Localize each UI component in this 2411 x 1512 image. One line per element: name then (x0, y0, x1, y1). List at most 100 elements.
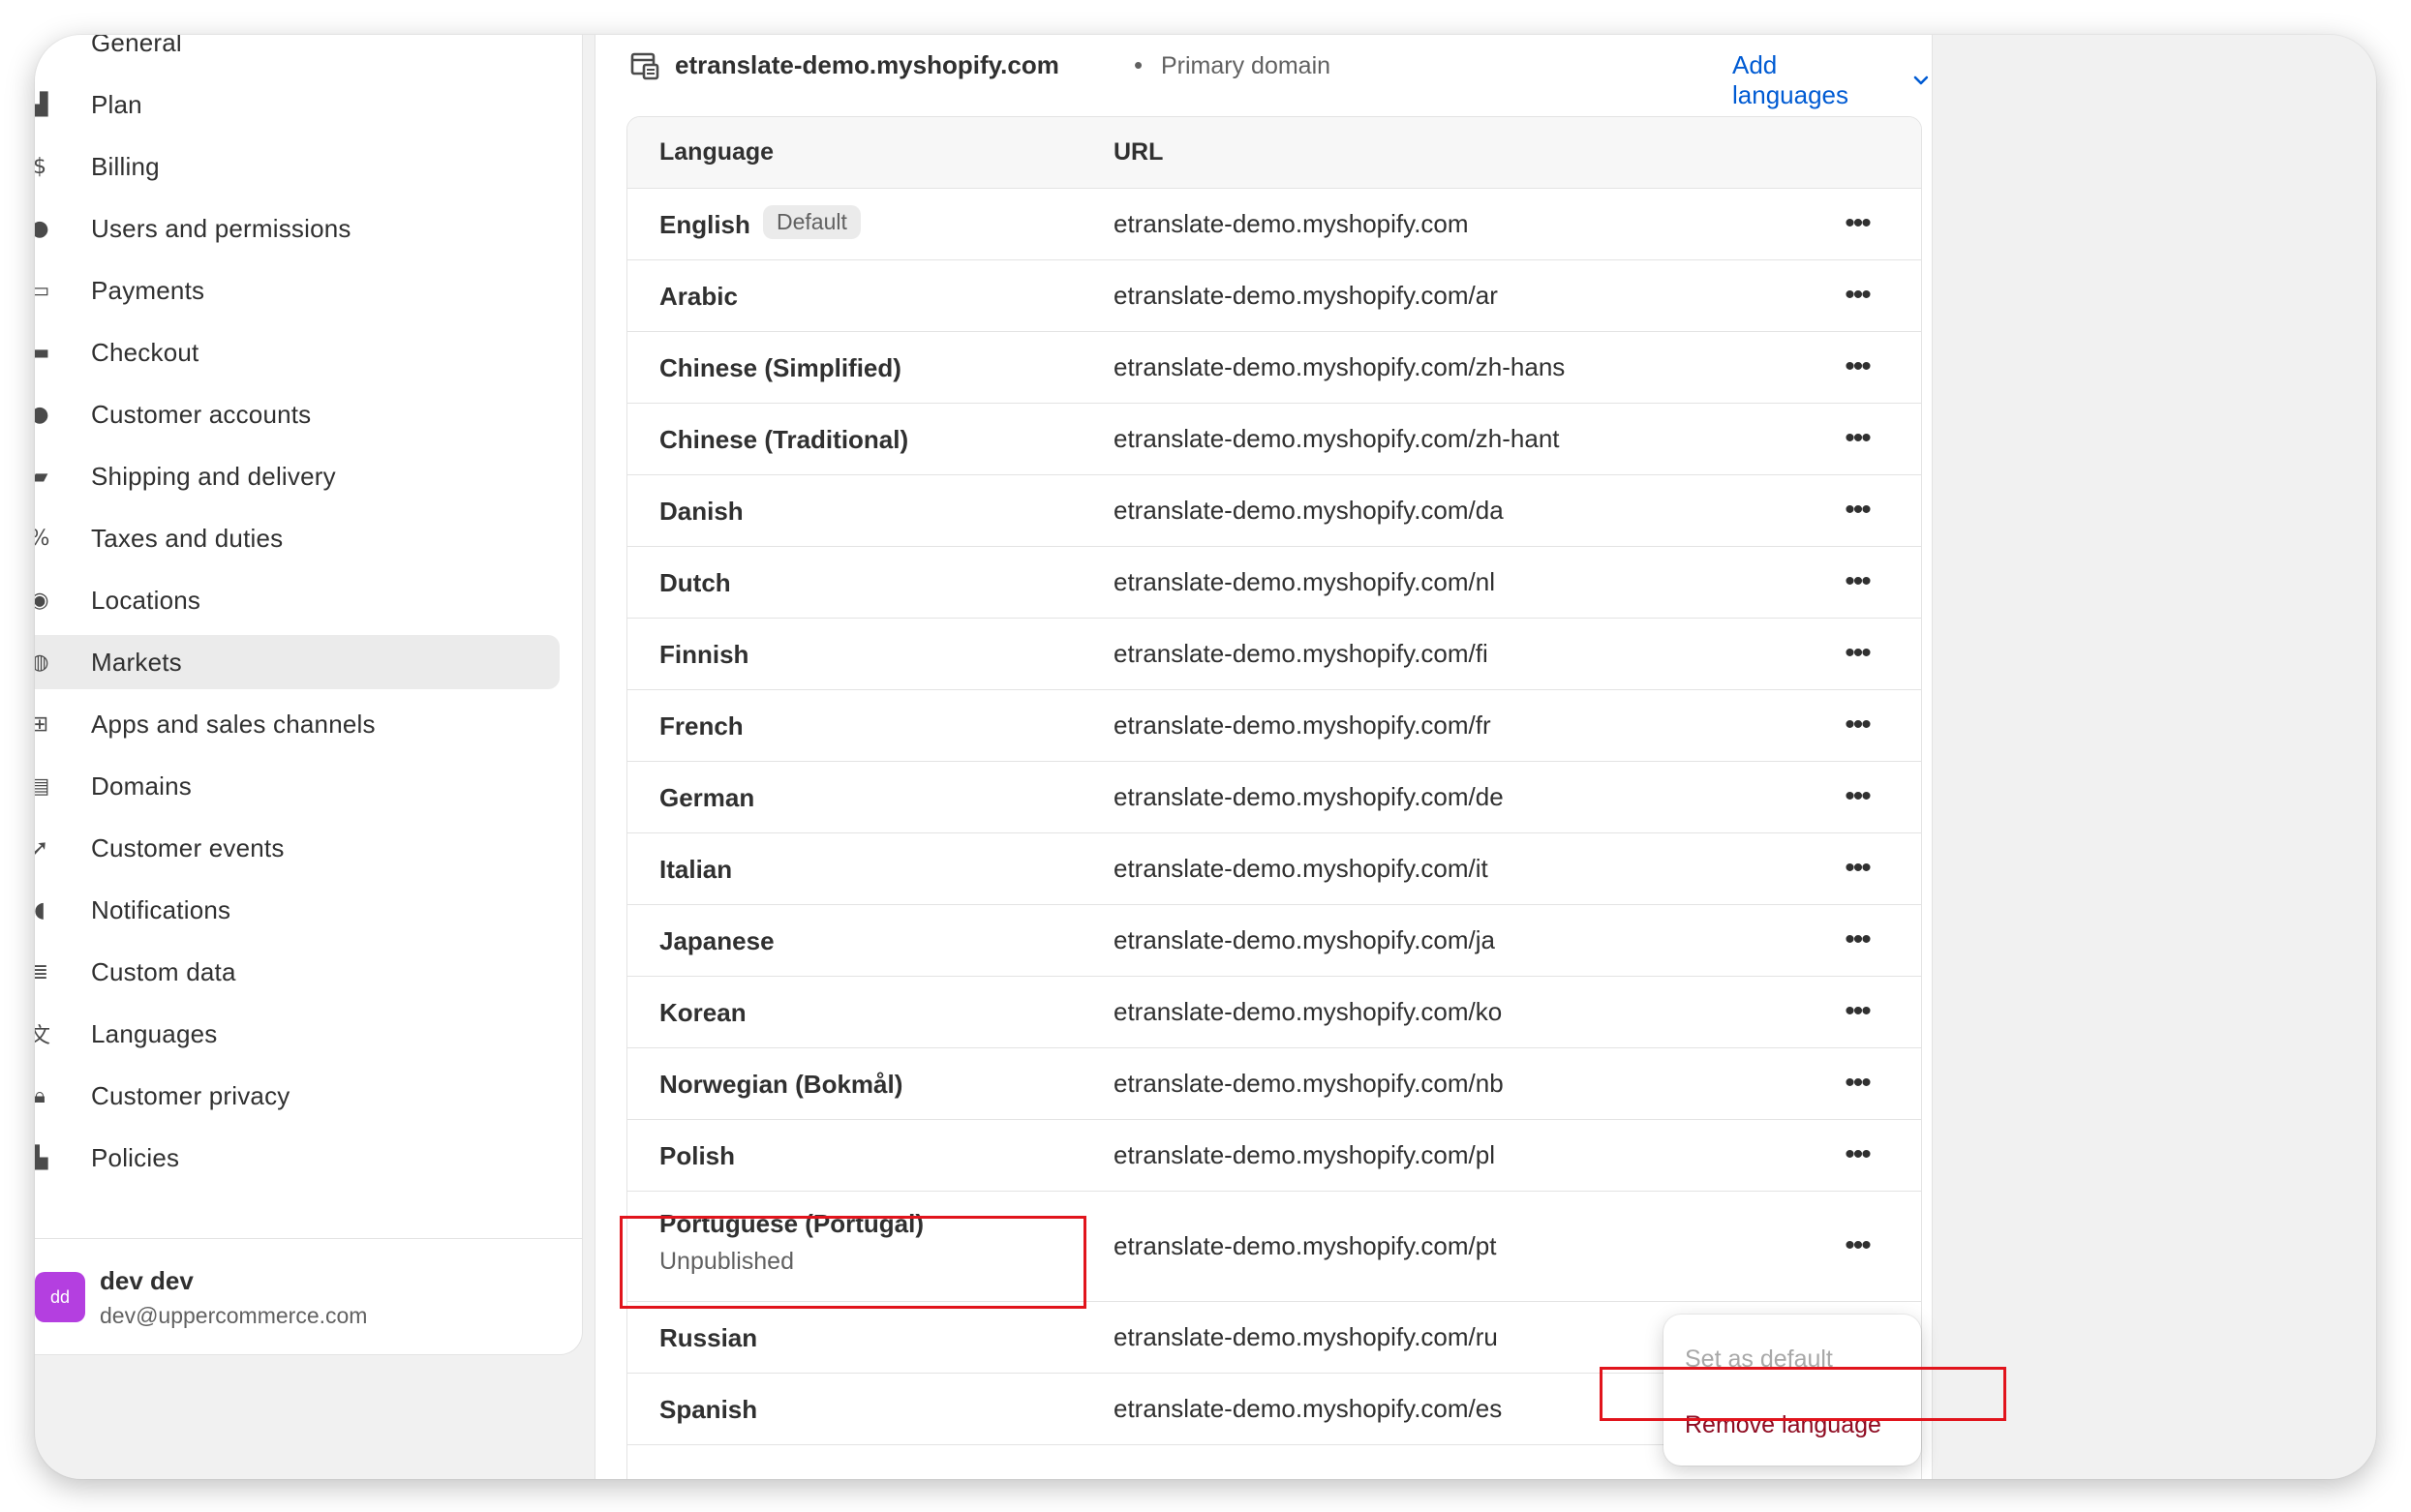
sidebar-item-customer-events[interactable]: ➚ Customer events (35, 821, 560, 875)
table-row: Norwegian (Bokmål) etranslate-demo.myshop… (627, 1048, 1921, 1120)
language-url: etranslate-demo.myshopify.com/pl (1114, 1140, 1496, 1169)
table-row: Dutch etranslate-demo.myshopify.com/nl ••• (627, 547, 1921, 619)
sidebar-item-shipping[interactable]: ▰ Shipping and delivery (35, 449, 560, 503)
sidebar-item-customer-privacy[interactable]: 🔒︎ Customer privacy (35, 1069, 560, 1123)
sidebar-item-label: Policies (91, 1142, 180, 1172)
language-name: Chinese (Traditional) (659, 425, 909, 454)
sidebar-item-billing[interactable]: $ Billing (35, 139, 560, 194)
table-row: English Default etranslate-demo.myshopify.… (627, 189, 1921, 260)
more-actions-button[interactable]: ••• (1836, 422, 1878, 455)
sidebar-item-locations[interactable]: ◉ Locations (35, 573, 560, 627)
more-actions-button[interactable]: ••• (1836, 637, 1878, 670)
sidebar-item-custom-data[interactable]: ≣ Custom data (35, 945, 560, 999)
language-url: etranslate-demo.myshopify.com/zh-hans (1114, 352, 1566, 381)
annotation-box-remove-language (1600, 1367, 2006, 1421)
sidebar-item-plan[interactable]: ▟ Plan (35, 77, 560, 132)
sidebar-item-apps[interactable]: ⊞ Apps and sales channels (35, 697, 560, 751)
language-url: etranslate-demo.myshopify.com/it (1114, 854, 1488, 883)
table-row: Japanese etranslate-demo.myshopify.com/ja… (627, 905, 1921, 977)
payments-icon: ▭ (35, 278, 50, 303)
sidebar-item-markets[interactable]: ◍ Markets (35, 635, 560, 689)
table-row: Chinese (Simplified) etranslate-demo.mysh… (627, 332, 1921, 404)
sidebar-item-label: Apps and sales channels (91, 709, 376, 739)
language-name: Japanese (659, 926, 775, 955)
avatar[interactable]: dd (35, 1272, 85, 1322)
language-name: Dutch (659, 568, 731, 597)
sidebar-item-users[interactable]: ● Users and permissions (35, 201, 560, 256)
bell-icon: ◖ (35, 897, 46, 922)
language-name: Polish (659, 1141, 736, 1170)
more-actions-button[interactable]: ••• (1836, 279, 1878, 312)
location-icon: ◉ (35, 588, 49, 613)
sidebar-item-customer-accounts[interactable]: ● Customer accounts (35, 387, 560, 441)
more-actions-button[interactable]: ••• (1836, 780, 1878, 813)
sidebar-item-payments[interactable]: ▭ Payments (35, 263, 560, 318)
table-row: Chinese (Traditional) etranslate-demo.mys… (627, 404, 1921, 475)
language-name: Danish (659, 497, 744, 526)
sidebar-item-label: Custom data (91, 956, 236, 986)
sidebar-item-label: Payments (91, 275, 205, 305)
sidebar-item-policies[interactable]: ▙ Policies (35, 1131, 560, 1185)
sidebar-item-general[interactable]: ⌂ General (35, 35, 560, 70)
more-actions-button[interactable]: ••• (1836, 995, 1878, 1028)
language-name: Italian (659, 855, 733, 884)
more-actions-button[interactable]: ••• (1836, 852, 1878, 885)
lock-icon: 🔒︎ (35, 1083, 46, 1108)
more-actions-button[interactable]: ••• (1836, 494, 1878, 527)
more-actions-button[interactable]: ••• (1836, 709, 1878, 741)
app-window: ⌂ General ▟ Plan $ Billing ● Users and p… (35, 35, 2376, 1479)
sidebar-item-label: Billing (91, 151, 160, 181)
language-url: etranslate-demo.myshopify.com/nl (1114, 567, 1496, 596)
person-icon: ● (35, 402, 49, 427)
column-header-url: URL (1114, 138, 1164, 166)
user-name: dev dev (100, 1266, 194, 1295)
sidebar-item-languages[interactable]: 文 Languages (35, 1007, 560, 1061)
more-actions-button[interactable]: ••• (1836, 1138, 1878, 1171)
truck-icon: ▰ (35, 464, 48, 489)
sidebar-item-taxes[interactable]: % Taxes and duties (35, 511, 560, 565)
language-name: German (659, 783, 755, 812)
sidebar-item-notifications[interactable]: ◖ Notifications (35, 883, 560, 937)
billing-icon: $ (35, 154, 46, 179)
separator-dot: • (1134, 50, 1144, 79)
tax-icon: % (35, 526, 52, 551)
domains-icon: ▤ (35, 773, 50, 799)
sidebar-item-label: Notifications (91, 894, 231, 924)
add-languages-label: Add languages (1732, 50, 1848, 109)
domain-name: etranslate-demo.myshopify.com (675, 50, 1059, 79)
sidebar-item-domains[interactable]: ▤ Domains (35, 759, 560, 813)
sidebar-item-label: Shipping and delivery (91, 461, 336, 491)
add-languages-button[interactable]: Add languages (1732, 50, 1932, 110)
language-name: French (659, 711, 744, 741)
sidebar-item-label: Languages (91, 1018, 218, 1048)
language-url: etranslate-demo.myshopify.com/pt (1114, 1231, 1497, 1260)
more-actions-button[interactable]: ••• (1836, 1067, 1878, 1100)
language-name: Spanish (659, 1395, 758, 1424)
more-actions-button[interactable]: ••• (1836, 923, 1878, 956)
cursor-icon: ➚ (35, 835, 49, 861)
more-actions-button[interactable]: ••• (1836, 1229, 1878, 1262)
apps-icon: ⊞ (35, 711, 49, 737)
language-url: etranslate-demo.myshopify.com/de (1114, 782, 1504, 811)
language-url: etranslate-demo.myshopify.com/ja (1114, 925, 1496, 954)
chevron-down-icon (1913, 76, 1929, 85)
language-url: etranslate-demo.myshopify.com/ru (1114, 1322, 1498, 1351)
more-actions-button[interactable]: ••• (1836, 565, 1878, 598)
sidebar-item-checkout[interactable]: ▬ Checkout (35, 325, 560, 379)
table-row: Korean etranslate-demo.myshopify.com/ko ••… (627, 977, 1921, 1048)
more-actions-button[interactable]: ••• (1836, 207, 1878, 240)
language-url: etranslate-demo.myshopify.com/da (1114, 496, 1504, 525)
language-url: etranslate-demo.myshopify.com/ar (1114, 281, 1498, 310)
data-icon: ≣ (35, 959, 49, 984)
sidebar-item-label: Customer privacy (91, 1080, 290, 1110)
table-row: Arabic etranslate-demo.myshopify.com/ar ••… (627, 260, 1921, 332)
users-icon: ● (35, 216, 49, 241)
primary-domain-label: Primary domain (1161, 52, 1331, 79)
more-actions-button[interactable]: ••• (1836, 350, 1878, 383)
language-url: etranslate-demo.myshopify.com/zh-hant (1114, 424, 1560, 453)
sidebar-item-label: Taxes and duties (91, 523, 284, 553)
column-header-language: Language (659, 138, 775, 166)
language-icon: 文 (35, 1024, 50, 1048)
language-url: etranslate-demo.myshopify.com/ko (1114, 997, 1503, 1026)
table-row: French etranslate-demo.myshopify.com/fr ••… (627, 690, 1921, 762)
